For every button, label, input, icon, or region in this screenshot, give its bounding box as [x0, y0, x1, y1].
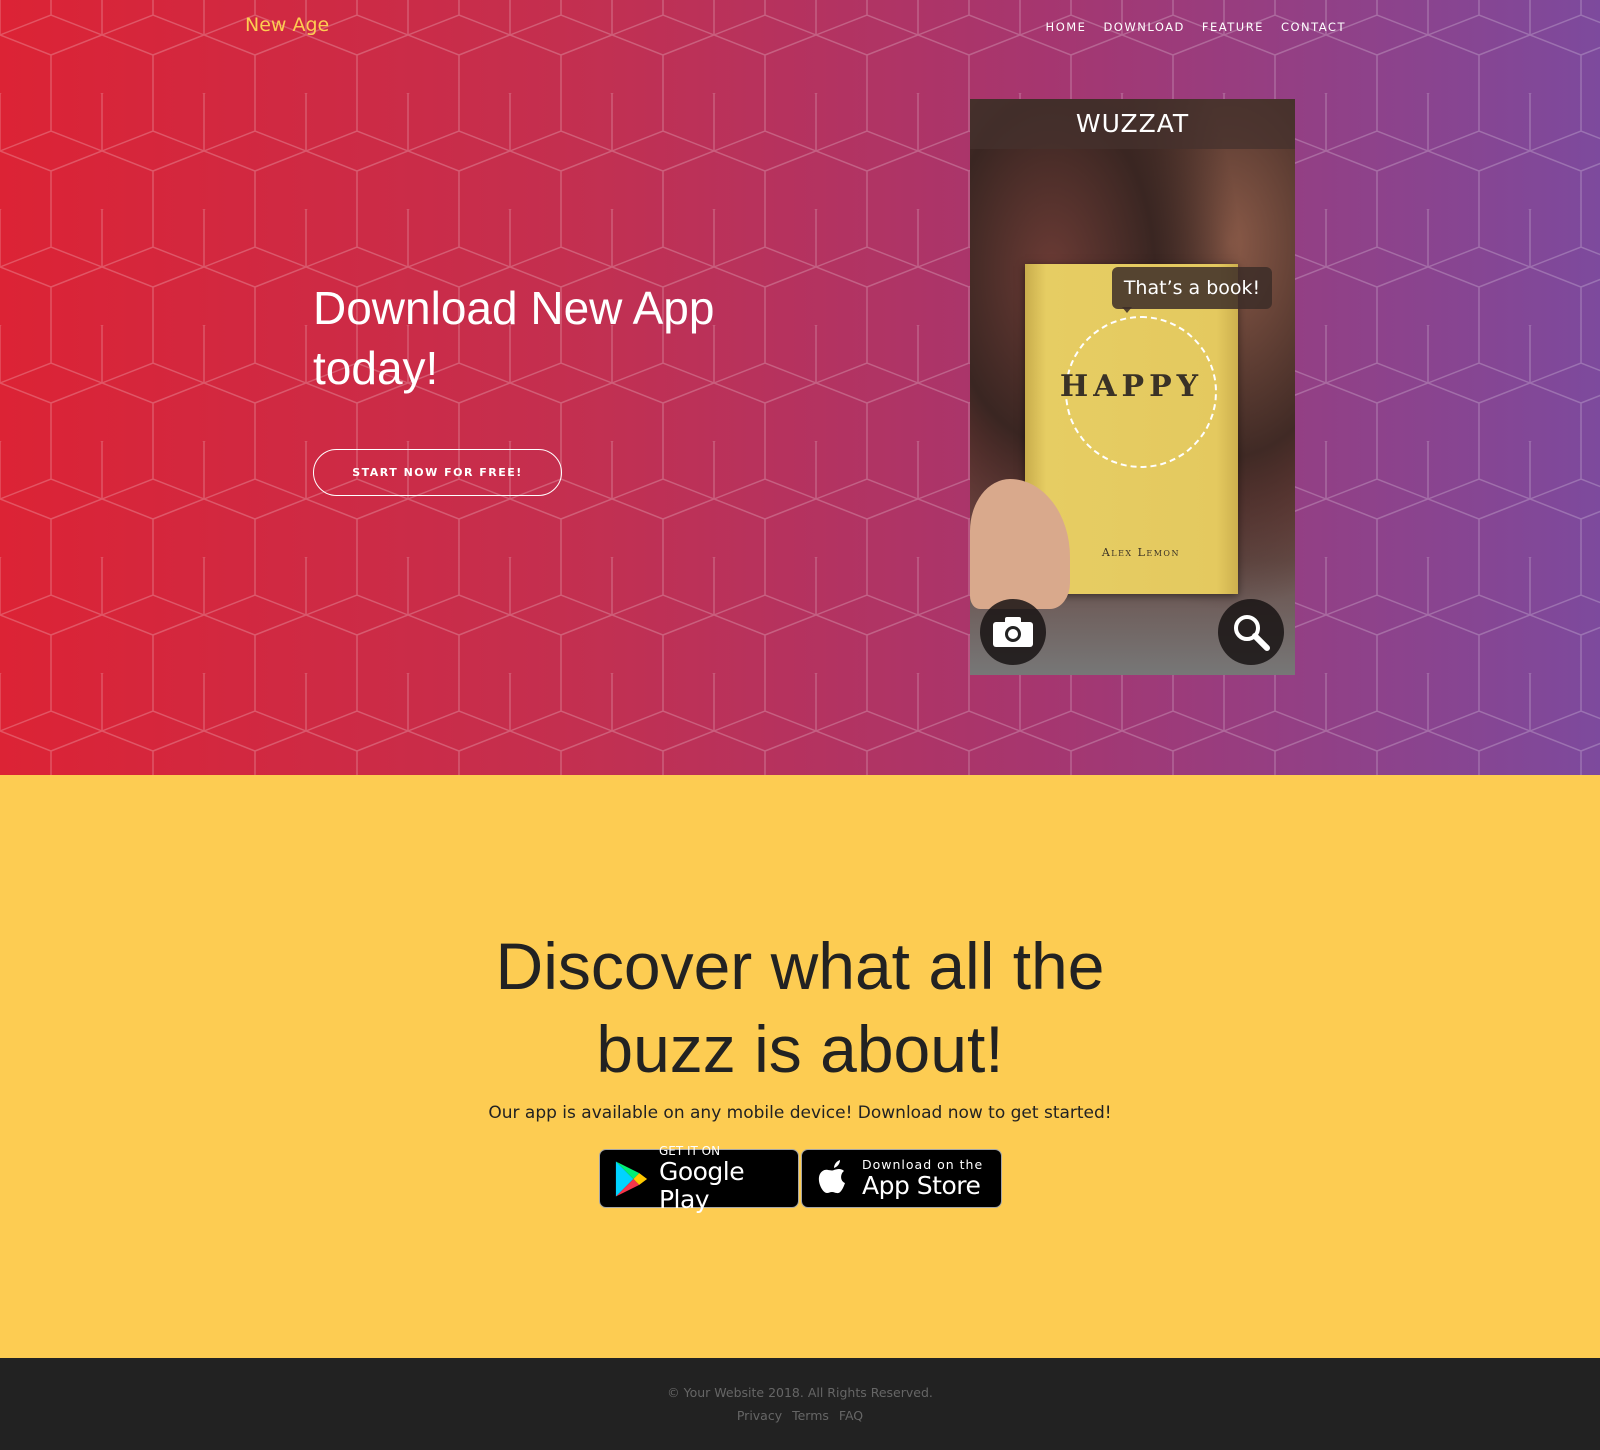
nav-contact[interactable]: Contact: [1281, 20, 1346, 34]
search-icon: [1234, 615, 1270, 651]
copyright: © Your Website 2018. All Rights Reserved…: [667, 1385, 933, 1400]
hero-section: New Age Home Download Feature Contact Do…: [0, 0, 1600, 775]
apple-small-text: Download on the: [862, 1156, 984, 1172]
book-title: HAPPY: [1059, 369, 1204, 404]
google-small-text: GET IT ON: [658, 1143, 721, 1158]
google-play-badge[interactable]: GET IT ON Google Play: [599, 1144, 799, 1213]
app-title-bar: WUZZAT: [970, 99, 1295, 149]
nav-feature[interactable]: Feature: [1202, 20, 1264, 34]
footer-link-terms[interactable]: Terms: [792, 1408, 829, 1423]
hero-heading: Download New App today!: [313, 282, 715, 394]
download-heading: Discover what all the buzz is about!: [495, 929, 1105, 1086]
hexagon-pattern: [0, 0, 1600, 775]
footer-link-faq[interactable]: FAQ: [839, 1408, 863, 1423]
nav-home[interactable]: Home: [1046, 20, 1087, 34]
google-big-text: Google Play: [658, 1156, 745, 1214]
book-author: Alex Lemon: [1101, 546, 1180, 559]
download-text: Our app is available on any mobile devic…: [488, 1103, 1112, 1123]
apple-icon: [818, 1159, 845, 1193]
download-section: Discover what all the buzz is about! Our…: [0, 775, 1600, 1358]
camera-icon: [993, 617, 1033, 647]
app-screenshot: WUZZAT HAPPY Alex Lemon That’s a book!: [970, 99, 1295, 675]
speech-bubble: That’s a book!: [1112, 267, 1272, 313]
start-free-button[interactable]: Start Now for Free!: [313, 449, 562, 496]
footer: © Your Website 2018. All Rights Reserved…: [0, 1358, 1600, 1450]
main-nav: Home Download Feature Contact: [1046, 20, 1346, 34]
camera-button: [980, 599, 1046, 665]
search-button: [1218, 599, 1284, 665]
brand-link[interactable]: New Age: [245, 14, 329, 36]
google-play-icon: [615, 1160, 648, 1197]
app-store-badge[interactable]: Download on the App Store: [801, 1149, 1002, 1208]
footer-link-privacy[interactable]: Privacy: [737, 1408, 782, 1423]
apple-big-text: App Store: [862, 1170, 981, 1200]
nav-download[interactable]: Download: [1103, 20, 1184, 34]
